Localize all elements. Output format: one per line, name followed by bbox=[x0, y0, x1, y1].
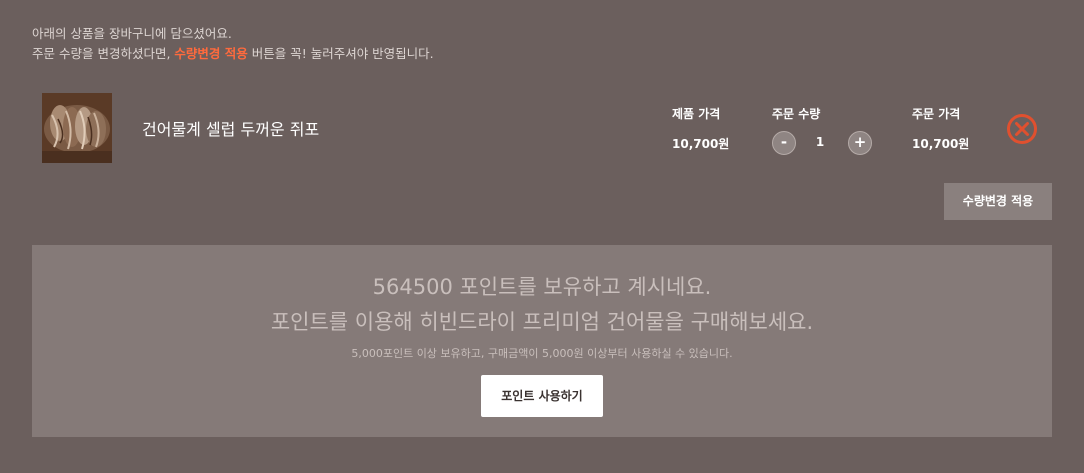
price-value: 10,700원 bbox=[672, 137, 730, 151]
dried-fish-photo-icon bbox=[42, 93, 112, 163]
product-name[interactable]: 건어물계 셀럽 두꺼운 쥐포 bbox=[142, 116, 319, 140]
cart-notice: 아래의 상품을 장바구니에 담으셨어요. 주문 수량을 변경하셨다면, 수량변경… bbox=[32, 24, 434, 64]
notice-line-2-before: 주문 수량을 변경하셨다면, bbox=[32, 46, 175, 61]
apply-quantity-button[interactable]: 수량변경 적용 bbox=[944, 183, 1052, 220]
product-thumbnail[interactable] bbox=[42, 93, 112, 163]
quantity-decrease-button[interactable]: - bbox=[772, 131, 796, 155]
close-circle-icon bbox=[1007, 114, 1037, 144]
notice-line-2-after: 버튼을 꼭! 눌러주셔야 반영됩니다. bbox=[247, 46, 434, 61]
use-points-button[interactable]: 포인트 사용하기 bbox=[481, 375, 603, 417]
points-panel: 564500 포인트를 보유하고 계시네요. 포인트를 이용해 히빈드라이 프리… bbox=[32, 245, 1052, 437]
notice-highlight: 수량변경 적용 bbox=[174, 46, 248, 61]
points-promo-text: 포인트를 이용해 히빈드라이 프리미엄 건어물을 구매해보세요. bbox=[270, 310, 814, 334]
quantity-value: 1 bbox=[815, 135, 825, 149]
quantity-increase-button[interactable]: + bbox=[848, 131, 872, 155]
remove-item-button[interactable] bbox=[1006, 113, 1038, 145]
points-balance-text: 564500 포인트를 보유하고 계시네요. bbox=[372, 275, 712, 299]
points-condition-note: 5,000포인트 이상 보유하고, 구매금액이 5,000원 이상부터 사용하실… bbox=[351, 347, 733, 360]
order-price-label: 주문 가격 bbox=[912, 107, 961, 121]
notice-line-1: 아래의 상품을 장바구니에 담으셨어요. bbox=[32, 26, 232, 41]
notice-line-2: 주문 수량을 변경하셨다면, 수량변경 적용 버튼을 꼭! 눌러주셔야 반영됩니… bbox=[32, 44, 434, 64]
quantity-label: 주문 수량 bbox=[772, 107, 821, 121]
order-price-value: 10,700원 bbox=[912, 137, 970, 151]
price-label: 제품 가격 bbox=[672, 107, 721, 121]
